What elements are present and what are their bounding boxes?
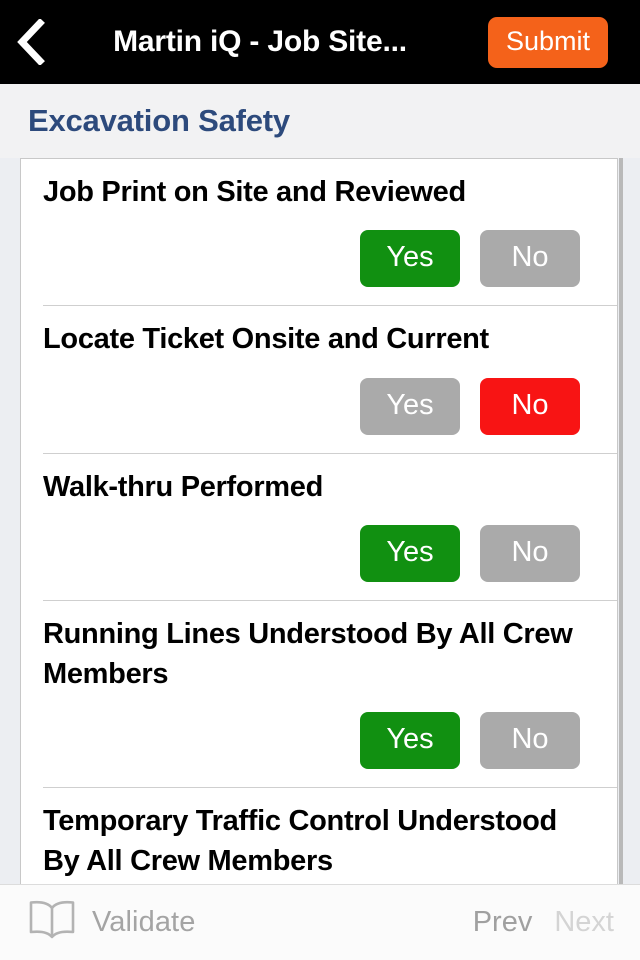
question-text: Locate Ticket Onsite and Current	[43, 323, 489, 356]
page-title: Martin iQ - Job Site...	[113, 25, 407, 58]
section-header: Excavation Safety	[0, 84, 640, 158]
answer-group: Yes No	[43, 377, 597, 435]
navbar: Martin iQ - Job Site... Submit	[0, 0, 640, 84]
question-text: Walk-thru Performed	[43, 470, 324, 503]
book-icon	[28, 899, 76, 946]
validate-label: Validate	[92, 906, 196, 938]
question-text: Temporary Traffic Control Understood By …	[43, 805, 557, 877]
vertical-scrollbar[interactable]	[619, 158, 623, 884]
list-item: Walk-thru Performed Yes No	[21, 452, 617, 600]
question-text: Job Print on Site and Reviewed	[43, 176, 466, 208]
list-item: Running Lines Understood By All Crew Mem…	[21, 600, 617, 787]
next-button[interactable]: Next	[554, 906, 614, 939]
app-root: Martin iQ - Job Site... Submit Excavatio…	[0, 0, 640, 960]
list-item: Job Print on Site and Reviewed Yes No	[21, 159, 617, 305]
yes-button[interactable]: Yes	[360, 525, 460, 583]
submit-button[interactable]: Submit	[487, 16, 608, 68]
checklist-scroll-area[interactable]: Job Print on Site and Reviewed Yes No Lo…	[0, 158, 640, 884]
answer-group: Yes No	[43, 230, 597, 288]
bottom-toolbar: Validate Prev Next	[0, 884, 640, 960]
answer-group: Yes No	[43, 525, 597, 583]
checklist-card: Job Print on Site and Reviewed Yes No Lo…	[20, 158, 618, 884]
list-item: Locate Ticket Onsite and Current Yes No	[21, 305, 617, 452]
yes-button[interactable]: Yes	[360, 230, 460, 288]
no-button[interactable]: No	[480, 712, 580, 770]
pager-controls: Prev Next	[473, 906, 614, 939]
question-text: Running Lines Understood By All Crew Mem…	[43, 618, 573, 690]
answer-group: Yes No	[43, 712, 597, 770]
no-button[interactable]: No	[480, 525, 580, 583]
no-button[interactable]: No	[480, 230, 580, 288]
no-button[interactable]: No	[480, 377, 580, 435]
section-title: Excavation Safety	[28, 103, 290, 138]
yes-button[interactable]: Yes	[360, 377, 460, 435]
list-item: Temporary Traffic Control Understood By …	[21, 787, 617, 884]
yes-button[interactable]: Yes	[360, 712, 460, 770]
validate-button[interactable]: Validate	[28, 899, 195, 946]
prev-button[interactable]: Prev	[473, 906, 533, 939]
